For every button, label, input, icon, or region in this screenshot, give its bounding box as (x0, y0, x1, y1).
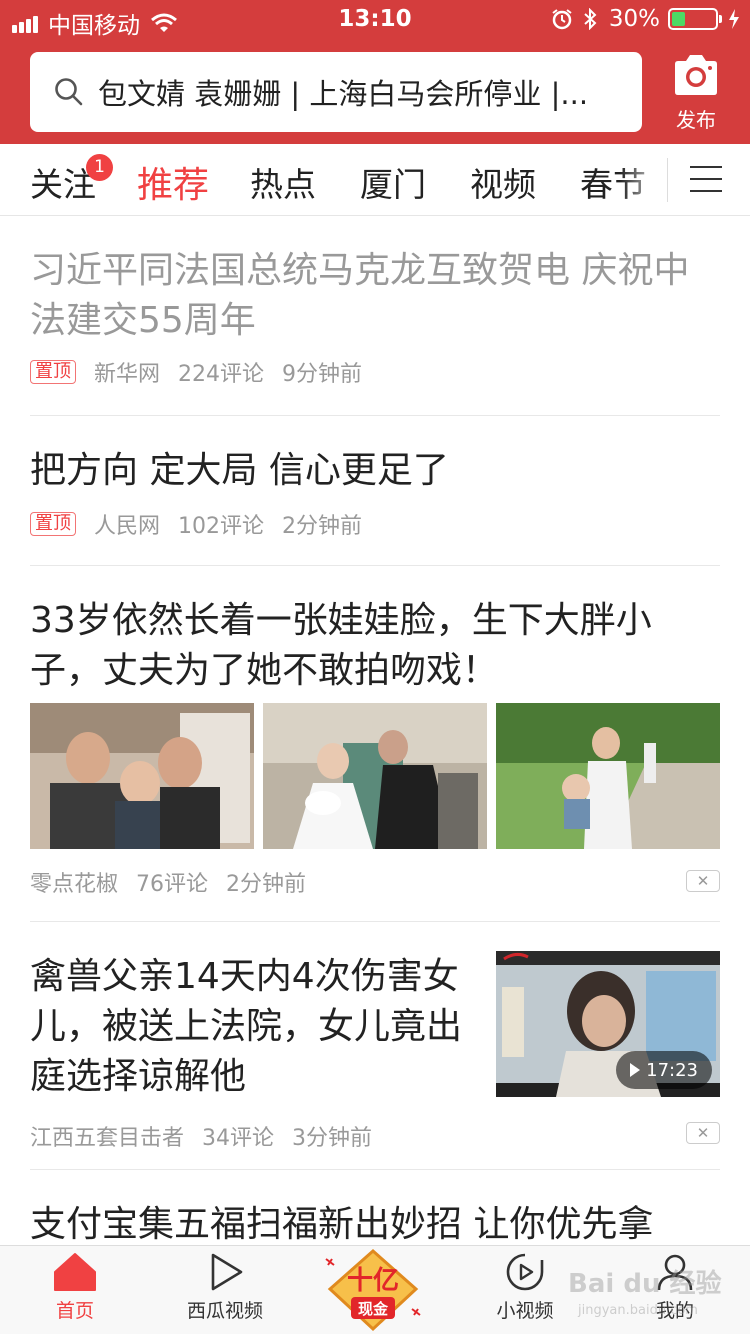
status-bar: 中国移动 13:10 30% (0, 0, 750, 40)
article-comments: 224评论 (178, 362, 265, 387)
article-title: 支付宝集五福扫福新出妙招 让你优先拿 (30, 1204, 654, 1245)
video-duration: 17:23 (616, 1051, 712, 1089)
search-bar[interactable]: 包文婧 袁姗姗 | 上海白马会所停业 |... (30, 52, 642, 132)
article-time: 2分钟前 (226, 872, 307, 897)
battery-percent: 30% (608, 6, 660, 32)
home-icon (54, 1253, 96, 1291)
svg-text:jingyan.baidu.com: jingyan.baidu.com (577, 1303, 698, 1318)
article-source: 人民网 (94, 514, 161, 539)
tab-video[interactable]: 视频 (470, 158, 536, 206)
article-title: 把方向 定大局 信心更足了 (30, 450, 449, 491)
tab-hot[interactable]: 热点 (250, 158, 316, 206)
article-card[interactable]: 33岁依然长着一张娃娃脸，生下大胖小子，丈夫为了她不敢拍吻戏！ 零点花椒 76评… (30, 566, 720, 922)
bluetooth-icon (584, 8, 597, 30)
svg-text:十亿: 十亿 (347, 1266, 399, 1296)
search-hot-words: 包文婧 袁姗姗 | 上海白马会所停业 |... (98, 77, 589, 111)
article-image (263, 703, 487, 849)
article-time: 9分钟前 (282, 362, 363, 387)
publish-label: 发布 (676, 108, 716, 132)
article-source: 江西五套目击者 (30, 1126, 185, 1151)
publish-button[interactable]: 发布 (664, 54, 728, 134)
article-time: 3分钟前 (292, 1126, 373, 1151)
baidu-jingyan-watermark: Bai du 经验 jingyan.baidu.com (560, 1262, 740, 1322)
article-image-row (30, 703, 720, 849)
svg-text:现金: 现金 (358, 1300, 389, 1318)
article-title: 33岁依然长着一张娃娃脸，生下大胖小子，丈夫为了她不敢拍吻戏！ (30, 600, 652, 691)
tabbar-label: 首页 (55, 1300, 94, 1322)
tabbar-home[interactable]: 首页 (15, 1252, 135, 1323)
app-header: 中国移动 13:10 30% 包文婧 袁姗姗 | 上海白马会所停业 |... 发… (0, 0, 750, 144)
article-title: 习近平同法国总统马克龙互致贺电 庆祝中法建交55周年 (30, 250, 690, 341)
article-card[interactable]: 把方向 定大局 信心更足了 置顶 人民网 102评论 2分钟前 (30, 416, 720, 566)
article-title: 禽兽父亲14天内4次伤害女儿，被送上法院，女儿竟出庭选择谅解他 (30, 956, 463, 1097)
article-card[interactable]: 禽兽父亲14天内4次伤害女儿，被送上法院，女儿竟出庭选择谅解他 17:23 江西… (30, 922, 720, 1170)
article-image (30, 703, 254, 849)
article-comments: 76评论 (136, 872, 209, 897)
battery-icon (668, 8, 722, 30)
alarm-icon (552, 9, 572, 30)
pinned-tag: 置顶 (30, 360, 76, 384)
short-video-icon (506, 1253, 544, 1291)
tabbar-xigua-video[interactable]: 西瓜视频 (165, 1252, 285, 1323)
article-meta: 零点花椒 76评论 2分钟前 (30, 866, 324, 898)
charging-icon (729, 9, 739, 29)
article-meta: 置顶 新华网 224评论 9分钟前 (30, 356, 380, 388)
article-meta: 置顶 人民网 102评论 2分钟前 (30, 508, 380, 540)
article-comments: 102评论 (178, 514, 265, 539)
article-card[interactable]: 支付宝集五福扫福新出妙招 让你优先拿 (30, 1170, 720, 1250)
article-card[interactable]: 习近平同法国总统马克龙互致贺电 庆祝中法建交55周年 置顶 新华网 224评论 … (30, 246, 720, 416)
play-icon (630, 1063, 641, 1077)
promo-cash-icon: 十亿 现金 (325, 1248, 421, 1332)
svg-text:Bai du 经验: Bai du 经验 (568, 1268, 722, 1299)
channel-tabs: 关注 1 推荐 热点 厦门 视频 春节 (0, 144, 750, 216)
search-icon (55, 78, 83, 106)
article-time: 2分钟前 (282, 514, 363, 539)
channel-menu-icon[interactable] (690, 166, 722, 194)
video-thumbnail[interactable]: 17:23 (496, 951, 720, 1097)
camera-icon (675, 55, 717, 95)
play-outline-icon (211, 1253, 243, 1291)
dislike-close-icon[interactable]: ✕ (686, 1122, 720, 1144)
tabbar-label: 西瓜视频 (186, 1300, 263, 1322)
tab-recommend[interactable]: 推荐 (137, 156, 209, 208)
article-meta: 江西五套目击者 34评论 3分钟前 (30, 1120, 390, 1152)
article-source: 新华网 (94, 362, 161, 387)
article-image (496, 703, 720, 849)
article-comments: 34评论 (202, 1126, 275, 1151)
dislike-close-icon[interactable]: ✕ (686, 870, 720, 892)
follow-badge: 1 (86, 154, 113, 181)
pinned-tag: 置顶 (30, 512, 76, 536)
promo-cash-button[interactable]: 十亿 现金 (318, 1245, 428, 1334)
tab-xiamen[interactable]: 厦门 (360, 158, 426, 206)
article-source: 零点花椒 (30, 872, 119, 897)
